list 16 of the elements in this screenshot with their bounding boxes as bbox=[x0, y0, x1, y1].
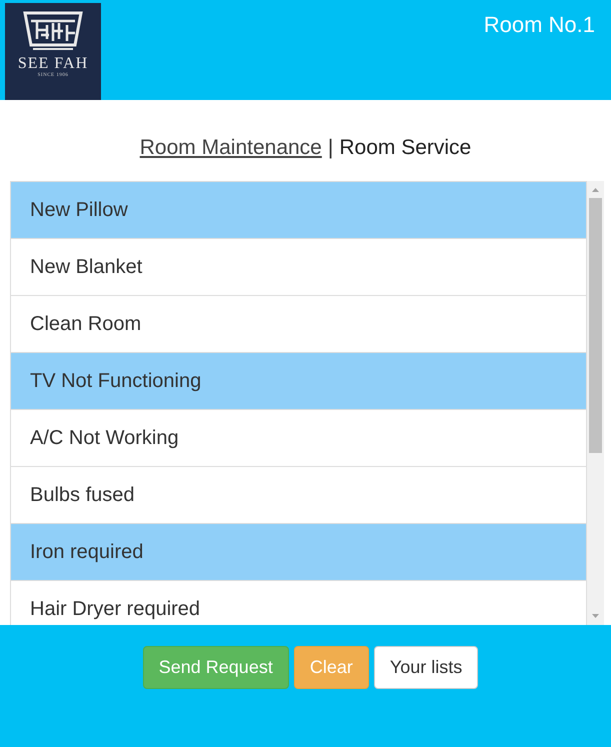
room-number: Room No.1 bbox=[484, 12, 595, 38]
list-item[interactable]: Hair Dryer required bbox=[10, 581, 587, 625]
list-item[interactable]: Clean Room bbox=[10, 296, 587, 353]
bowl-logo-icon bbox=[23, 11, 83, 51]
tab-link[interactable]: Room Service bbox=[339, 136, 472, 160]
list-item[interactable]: Bulbs fused bbox=[10, 467, 587, 524]
list-item[interactable]: Iron required bbox=[10, 524, 587, 581]
list-item[interactable]: TV Not Functioning bbox=[10, 353, 587, 410]
tab-separator: | bbox=[328, 136, 334, 160]
logo-name: SEE FAH bbox=[18, 55, 88, 72]
action-button[interactable]: Your lists bbox=[374, 646, 478, 689]
tab-link[interactable]: Room Maintenance bbox=[140, 136, 322, 160]
list-item[interactable]: New Pillow bbox=[10, 182, 587, 239]
list-item[interactable]: A/C Not Working bbox=[10, 410, 587, 467]
list-item[interactable]: New Blanket bbox=[10, 239, 587, 296]
scrollbar-icon bbox=[587, 181, 604, 625]
